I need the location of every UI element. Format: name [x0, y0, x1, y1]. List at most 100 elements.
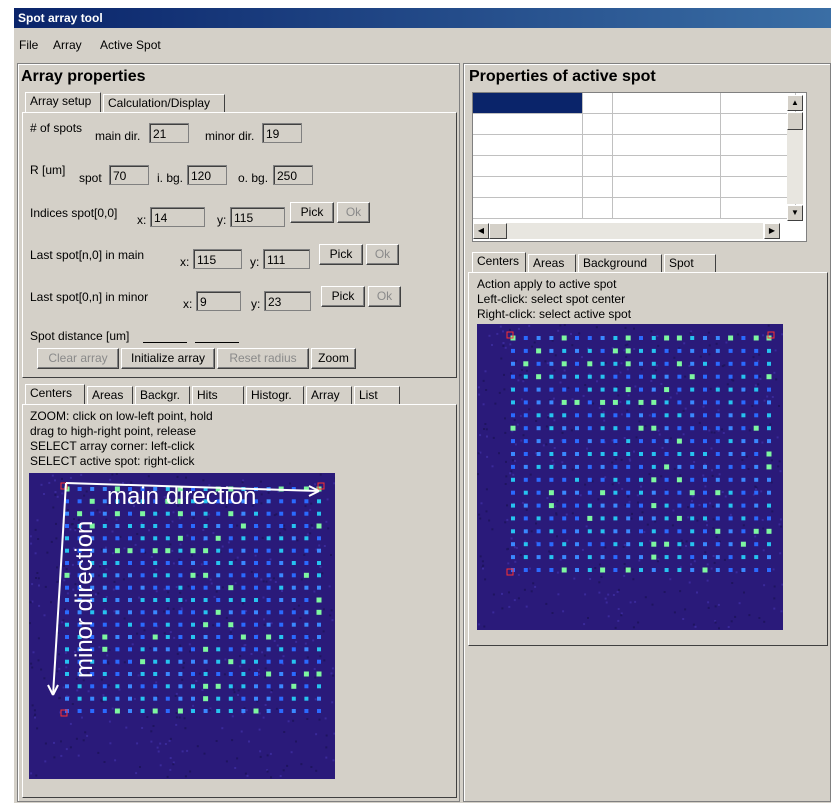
- minor-dir-field[interactable]: 19: [262, 123, 302, 143]
- menu-file[interactable]: File: [19, 38, 38, 52]
- noise-pixel: [482, 379, 485, 382]
- grid-hscroll-thumb[interactable]: [489, 223, 507, 239]
- grid-cell[interactable]: [613, 114, 721, 135]
- indices-y-field[interactable]: 115: [230, 207, 285, 227]
- right-tab-centers[interactable]: Centers: [472, 252, 526, 272]
- initialize-array-button[interactable]: Initialize array: [121, 348, 215, 369]
- grid-cell[interactable]: [473, 198, 583, 219]
- menu-array[interactable]: Array: [53, 38, 82, 52]
- spot-mark: [664, 439, 669, 444]
- spot-mark: [140, 696, 145, 701]
- spot-mark: [664, 413, 669, 418]
- active-spot-image[interactable]: [477, 324, 783, 630]
- noise-pixel: [779, 552, 782, 555]
- spot-mark: [549, 529, 554, 534]
- spot-mark: [754, 439, 759, 444]
- grid-cell[interactable]: [583, 93, 613, 114]
- spot-array-image[interactable]: main direction minor direction: [29, 473, 335, 779]
- tab-list[interactable]: List: [354, 386, 400, 404]
- right-tab-areas[interactable]: Areas: [528, 254, 576, 272]
- spot-mark: [600, 529, 605, 534]
- noise-pixel: [270, 776, 272, 779]
- outer-bg-field[interactable]: 250: [273, 165, 313, 185]
- grid-hscroll-track[interactable]: [507, 223, 763, 239]
- grid-cell[interactable]: [613, 198, 721, 219]
- noise-pixel: [743, 591, 745, 594]
- grid-cell[interactable]: [583, 156, 613, 177]
- grid-cell[interactable]: [473, 177, 583, 198]
- spot-mark: [191, 659, 195, 664]
- spot-mark: [676, 477, 682, 483]
- clear-array-button[interactable]: Clear array: [37, 348, 119, 369]
- noise-pixel: [83, 494, 86, 497]
- menu-active-spot[interactable]: Active Spot: [100, 38, 161, 52]
- grid-cell[interactable]: [613, 135, 721, 156]
- spot-mark: [140, 524, 145, 528]
- tab-backgr[interactable]: Backgr.: [135, 386, 190, 404]
- grid-cell[interactable]: [583, 114, 613, 135]
- grid-cell[interactable]: [613, 93, 721, 114]
- indices-x-field[interactable]: 14: [150, 207, 205, 227]
- noise-pixel: [649, 540, 652, 542]
- last-main-y-field[interactable]: 111: [263, 249, 310, 269]
- grid-cell[interactable]: [721, 177, 796, 198]
- inner-bg-field[interactable]: 120: [187, 165, 227, 185]
- grid-scroll-down-arrow[interactable]: ▼: [787, 205, 803, 221]
- grid-cell[interactable]: [583, 135, 613, 156]
- spot-mark: [767, 426, 771, 431]
- spot-radius-field[interactable]: 70: [109, 165, 149, 185]
- grid-cell[interactable]: [473, 156, 583, 177]
- noise-pixel: [309, 532, 312, 535]
- grid-cell[interactable]: [721, 114, 796, 135]
- properties-grid[interactable]: [472, 92, 807, 242]
- spot-mark: [140, 709, 145, 713]
- last-minor-y-field[interactable]: 23: [264, 291, 311, 311]
- grid-cell[interactable]: [583, 177, 613, 198]
- grid-scroll-left-arrow[interactable]: ◀: [473, 223, 489, 239]
- noise-pixel: [29, 601, 32, 604]
- right-tab-spot[interactable]: Spot: [664, 254, 716, 272]
- grid-cell[interactable]: [721, 135, 796, 156]
- noise-pixel: [684, 407, 687, 410]
- last-main-ok-button[interactable]: Ok: [366, 244, 399, 265]
- right-tab-background[interactable]: Background: [578, 254, 662, 272]
- grid-cell[interactable]: [473, 114, 583, 135]
- grid-cell[interactable]: [583, 198, 613, 219]
- tab-array-setup[interactable]: Array setup: [25, 92, 101, 112]
- last-main-x-field[interactable]: 115: [193, 249, 242, 269]
- indices-ok-button[interactable]: Ok: [337, 202, 370, 223]
- grid-cell[interactable]: [721, 156, 796, 177]
- grid-cell[interactable]: [721, 198, 796, 219]
- spot-mark: [216, 696, 221, 701]
- spot-mark: [676, 361, 682, 367]
- last-minor-ok-button[interactable]: Ok: [368, 286, 401, 307]
- last-minor-pick-button[interactable]: Pick: [321, 286, 365, 307]
- grid-scroll-track[interactable]: [787, 130, 803, 204]
- indices-pick-button[interactable]: Pick: [290, 202, 334, 223]
- spot-mark: [613, 542, 618, 547]
- zoom-button[interactable]: Zoom: [311, 348, 356, 369]
- last-minor-x-field[interactable]: 9: [196, 291, 241, 311]
- last-main-pick-button[interactable]: Pick: [319, 244, 363, 265]
- grid-cell[interactable]: [613, 177, 721, 198]
- grid-cell[interactable]: [473, 93, 583, 114]
- grid-cell[interactable]: [613, 156, 721, 177]
- tab-areas[interactable]: Areas: [87, 386, 133, 404]
- spot-mark: [613, 568, 618, 572]
- spot-mark: [677, 464, 682, 469]
- noise-pixel: [54, 493, 57, 496]
- tab-calculation-display[interactable]: Calculation/Display: [103, 94, 225, 112]
- grid-cell[interactable]: [473, 135, 583, 156]
- tab-hits[interactable]: Hits: [192, 386, 244, 404]
- grid-scroll-up-arrow[interactable]: ▲: [787, 95, 803, 111]
- spot-mark: [216, 647, 221, 652]
- reset-radius-button[interactable]: Reset radius: [217, 348, 309, 369]
- main-dir-field[interactable]: 21: [149, 123, 189, 143]
- grid-scroll-thumb[interactable]: [787, 112, 803, 130]
- tab-array[interactable]: Array: [306, 386, 352, 404]
- tab-histogr[interactable]: Histogr.: [246, 386, 304, 404]
- tab-centers[interactable]: Centers: [25, 384, 85, 404]
- grid-scroll-right-arrow[interactable]: ▶: [764, 223, 780, 239]
- spot-mark: [191, 635, 195, 639]
- grid-cell[interactable]: [721, 93, 796, 114]
